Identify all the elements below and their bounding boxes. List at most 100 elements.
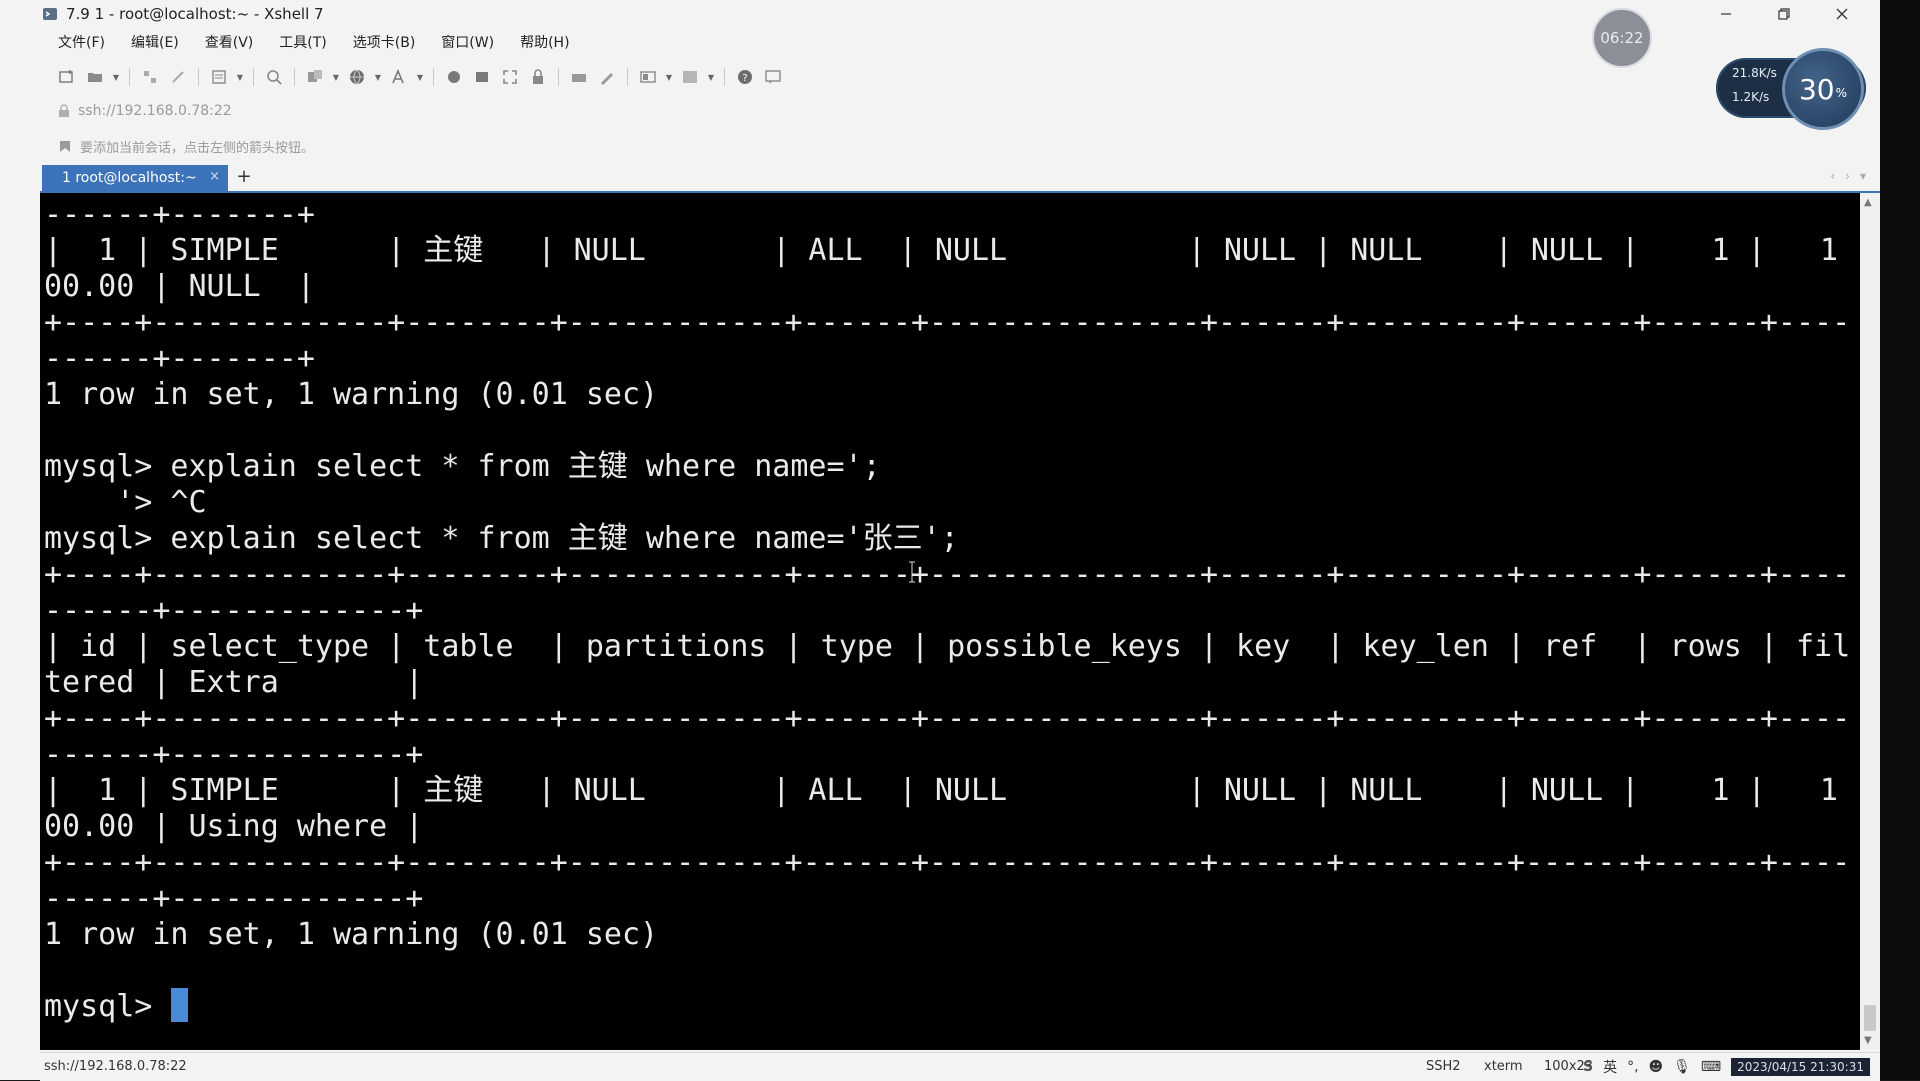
ime-logo-icon[interactable]: S: [1583, 1059, 1593, 1075]
session-hint-bar: 要添加当前会话，点击左侧的箭头按钮。: [58, 135, 314, 157]
screen-edge: [1880, 0, 1920, 1080]
tab-navigation: ‹ › ▾: [1830, 169, 1866, 183]
reconnect-button[interactable]: [139, 66, 161, 88]
text-cursor-icon: [909, 561, 915, 583]
layout-dropdown-caret[interactable]: ▼: [665, 66, 673, 88]
terminal-line: ------+-------------+: [44, 881, 424, 916]
address-text: ssh://192.168.0.78:22: [78, 103, 232, 119]
status-protocol: SSH2: [1426, 1059, 1461, 1074]
tab-list-icon[interactable]: ▾: [1860, 169, 1866, 183]
layout-button[interactable]: [637, 66, 659, 88]
toolbar: ▼ ▼ ▼ ▼ ▼ ▼ ▼ ?: [56, 64, 784, 90]
properties-button[interactable]: [208, 66, 230, 88]
tab-root-localhost[interactable]: 1 root@localhost:~ ×: [42, 165, 228, 191]
terminal-line: mysql>: [44, 989, 171, 1024]
globe-icon: [350, 69, 364, 85]
globe-dropdown-caret[interactable]: ▼: [374, 66, 382, 88]
net-upload-speed: 21.8K/s: [1732, 66, 1777, 80]
app-icon: [43, 8, 57, 20]
scroll-down-icon[interactable]: ▼: [1864, 1035, 1872, 1046]
keyboard-button[interactable]: [568, 66, 590, 88]
system-tray: S 英 °, ☻ 🎙 ⌨ 2023/04/15 21:30:31: [1583, 1055, 1870, 1079]
terminal-line: ------+-------+: [44, 197, 315, 232]
tile-button[interactable]: [679, 66, 701, 88]
properties-dropdown-caret[interactable]: ▼: [236, 66, 244, 88]
compose-icon: [448, 71, 460, 83]
font-dropdown-caret[interactable]: ▼: [416, 66, 424, 88]
address-bar[interactable]: ssh://192.168.0.78:22: [58, 100, 232, 122]
tab-close-icon[interactable]: ×: [209, 169, 220, 184]
font-button[interactable]: [388, 66, 410, 88]
close-button[interactable]: [1814, 0, 1870, 28]
terminal-line: ------+-------+: [44, 341, 315, 376]
terminal-line: 1 row in set, 1 warning (0.01 sec): [44, 377, 659, 412]
terminal-line: +----+-------------+--------+-----------…: [44, 845, 1851, 880]
net-download-speed: 1.2K/s: [1732, 90, 1770, 104]
tab-bar: 1 root@localhost:~ × + ‹ › ▾: [40, 163, 1880, 194]
terminal-line: mysql> explain select * from 主键 where na…: [44, 449, 881, 484]
transfer-dropdown-caret[interactable]: ▼: [332, 66, 340, 88]
find-button[interactable]: [263, 66, 285, 88]
font-icon: [392, 68, 404, 84]
fullscreen-button[interactable]: [499, 66, 521, 88]
compose-button[interactable]: [443, 66, 465, 88]
terminal-line: tered | Extra |: [44, 665, 424, 700]
lock-button[interactable]: [527, 66, 549, 88]
open-session-button[interactable]: [84, 66, 106, 88]
highlight-button[interactable]: [596, 66, 618, 88]
svg-text:?: ?: [742, 73, 747, 84]
properties-icon: [212, 70, 226, 84]
menu-help[interactable]: 帮助(H): [502, 30, 577, 56]
xshell-window: 7.9 1 - root@localhost:~ - Xshell 7 文件(F…: [0, 0, 1880, 1081]
script-button[interactable]: [471, 66, 493, 88]
tab-label: 1 root@localhost:~: [62, 170, 197, 186]
open-dropdown-caret[interactable]: ▼: [112, 66, 120, 88]
new-tab-button[interactable]: +: [234, 167, 254, 187]
terminal-line: | 1 | SIMPLE | 主键 | NULL | ALL | NULL | …: [44, 773, 1838, 808]
lock-icon: [533, 69, 543, 84]
system-clock: 2023/04/15 21:30:31: [1731, 1058, 1870, 1076]
ime-language[interactable]: 英: [1603, 1057, 1617, 1077]
menu-view[interactable]: 查看(V): [187, 30, 262, 56]
new-session-icon: [59, 70, 73, 83]
tab-prev-icon[interactable]: ‹: [1830, 169, 1835, 183]
tile-dropdown-caret[interactable]: ▼: [707, 66, 715, 88]
help-button[interactable]: ?: [734, 66, 756, 88]
maximize-button[interactable]: [1756, 0, 1812, 28]
bookmark-icon: [60, 141, 70, 152]
menu-file[interactable]: 文件(F): [40, 30, 113, 56]
terminal-line: | 1 | SIMPLE | 主键 | NULL | ALL | NULL | …: [44, 233, 1838, 268]
minimize-button[interactable]: [1698, 0, 1754, 28]
globe-button[interactable]: [346, 66, 368, 88]
menu-window[interactable]: 窗口(W): [423, 30, 502, 56]
menu-tabs[interactable]: 选项卡(B): [335, 30, 424, 56]
terminal-line: 00.00 | NULL |: [44, 269, 315, 304]
punctuation-icon[interactable]: °,: [1627, 1059, 1638, 1075]
new-session-button[interactable]: [56, 66, 78, 88]
terminal-line: 00.00 | Using where |: [44, 809, 424, 844]
hint-text: 要添加当前会话，点击左侧的箭头按钮。: [80, 140, 315, 156]
status-term: xterm: [1484, 1059, 1523, 1074]
tab-next-icon[interactable]: ›: [1845, 169, 1850, 183]
menu-edit[interactable]: 编辑(E): [113, 30, 187, 56]
layout-icon: [640, 71, 656, 83]
transfer-icon: [308, 70, 322, 82]
microphone-icon[interactable]: 🎙: [1673, 1059, 1691, 1075]
chat-button[interactable]: [762, 66, 784, 88]
scrollbar-thumb[interactable]: [1864, 1005, 1876, 1031]
transfer-button[interactable]: [304, 66, 326, 88]
close-icon: [1836, 8, 1848, 20]
network-usage-gauge[interactable]: 30%: [1782, 48, 1864, 130]
recording-time-bubble: 06:22: [1592, 8, 1652, 68]
window-title: 7.9 1 - root@localhost:~ - Xshell 7: [66, 5, 324, 23]
keyboard-icon[interactable]: ⌨: [1701, 1059, 1721, 1075]
search-icon: [267, 70, 282, 85]
scroll-up-icon[interactable]: ▲: [1864, 197, 1872, 208]
emoji-icon[interactable]: ☻: [1649, 1059, 1664, 1075]
menu-tools[interactable]: 工具(T): [261, 30, 334, 56]
terminal-line: ------+-------------+: [44, 593, 424, 628]
vertical-scrollbar[interactable]: ▲ ▼: [1860, 193, 1880, 1050]
disconnect-button[interactable]: [167, 66, 189, 88]
terminal-area[interactable]: ------+-------+ | 1 | SIMPLE | 主键 | NULL …: [40, 193, 1860, 1050]
